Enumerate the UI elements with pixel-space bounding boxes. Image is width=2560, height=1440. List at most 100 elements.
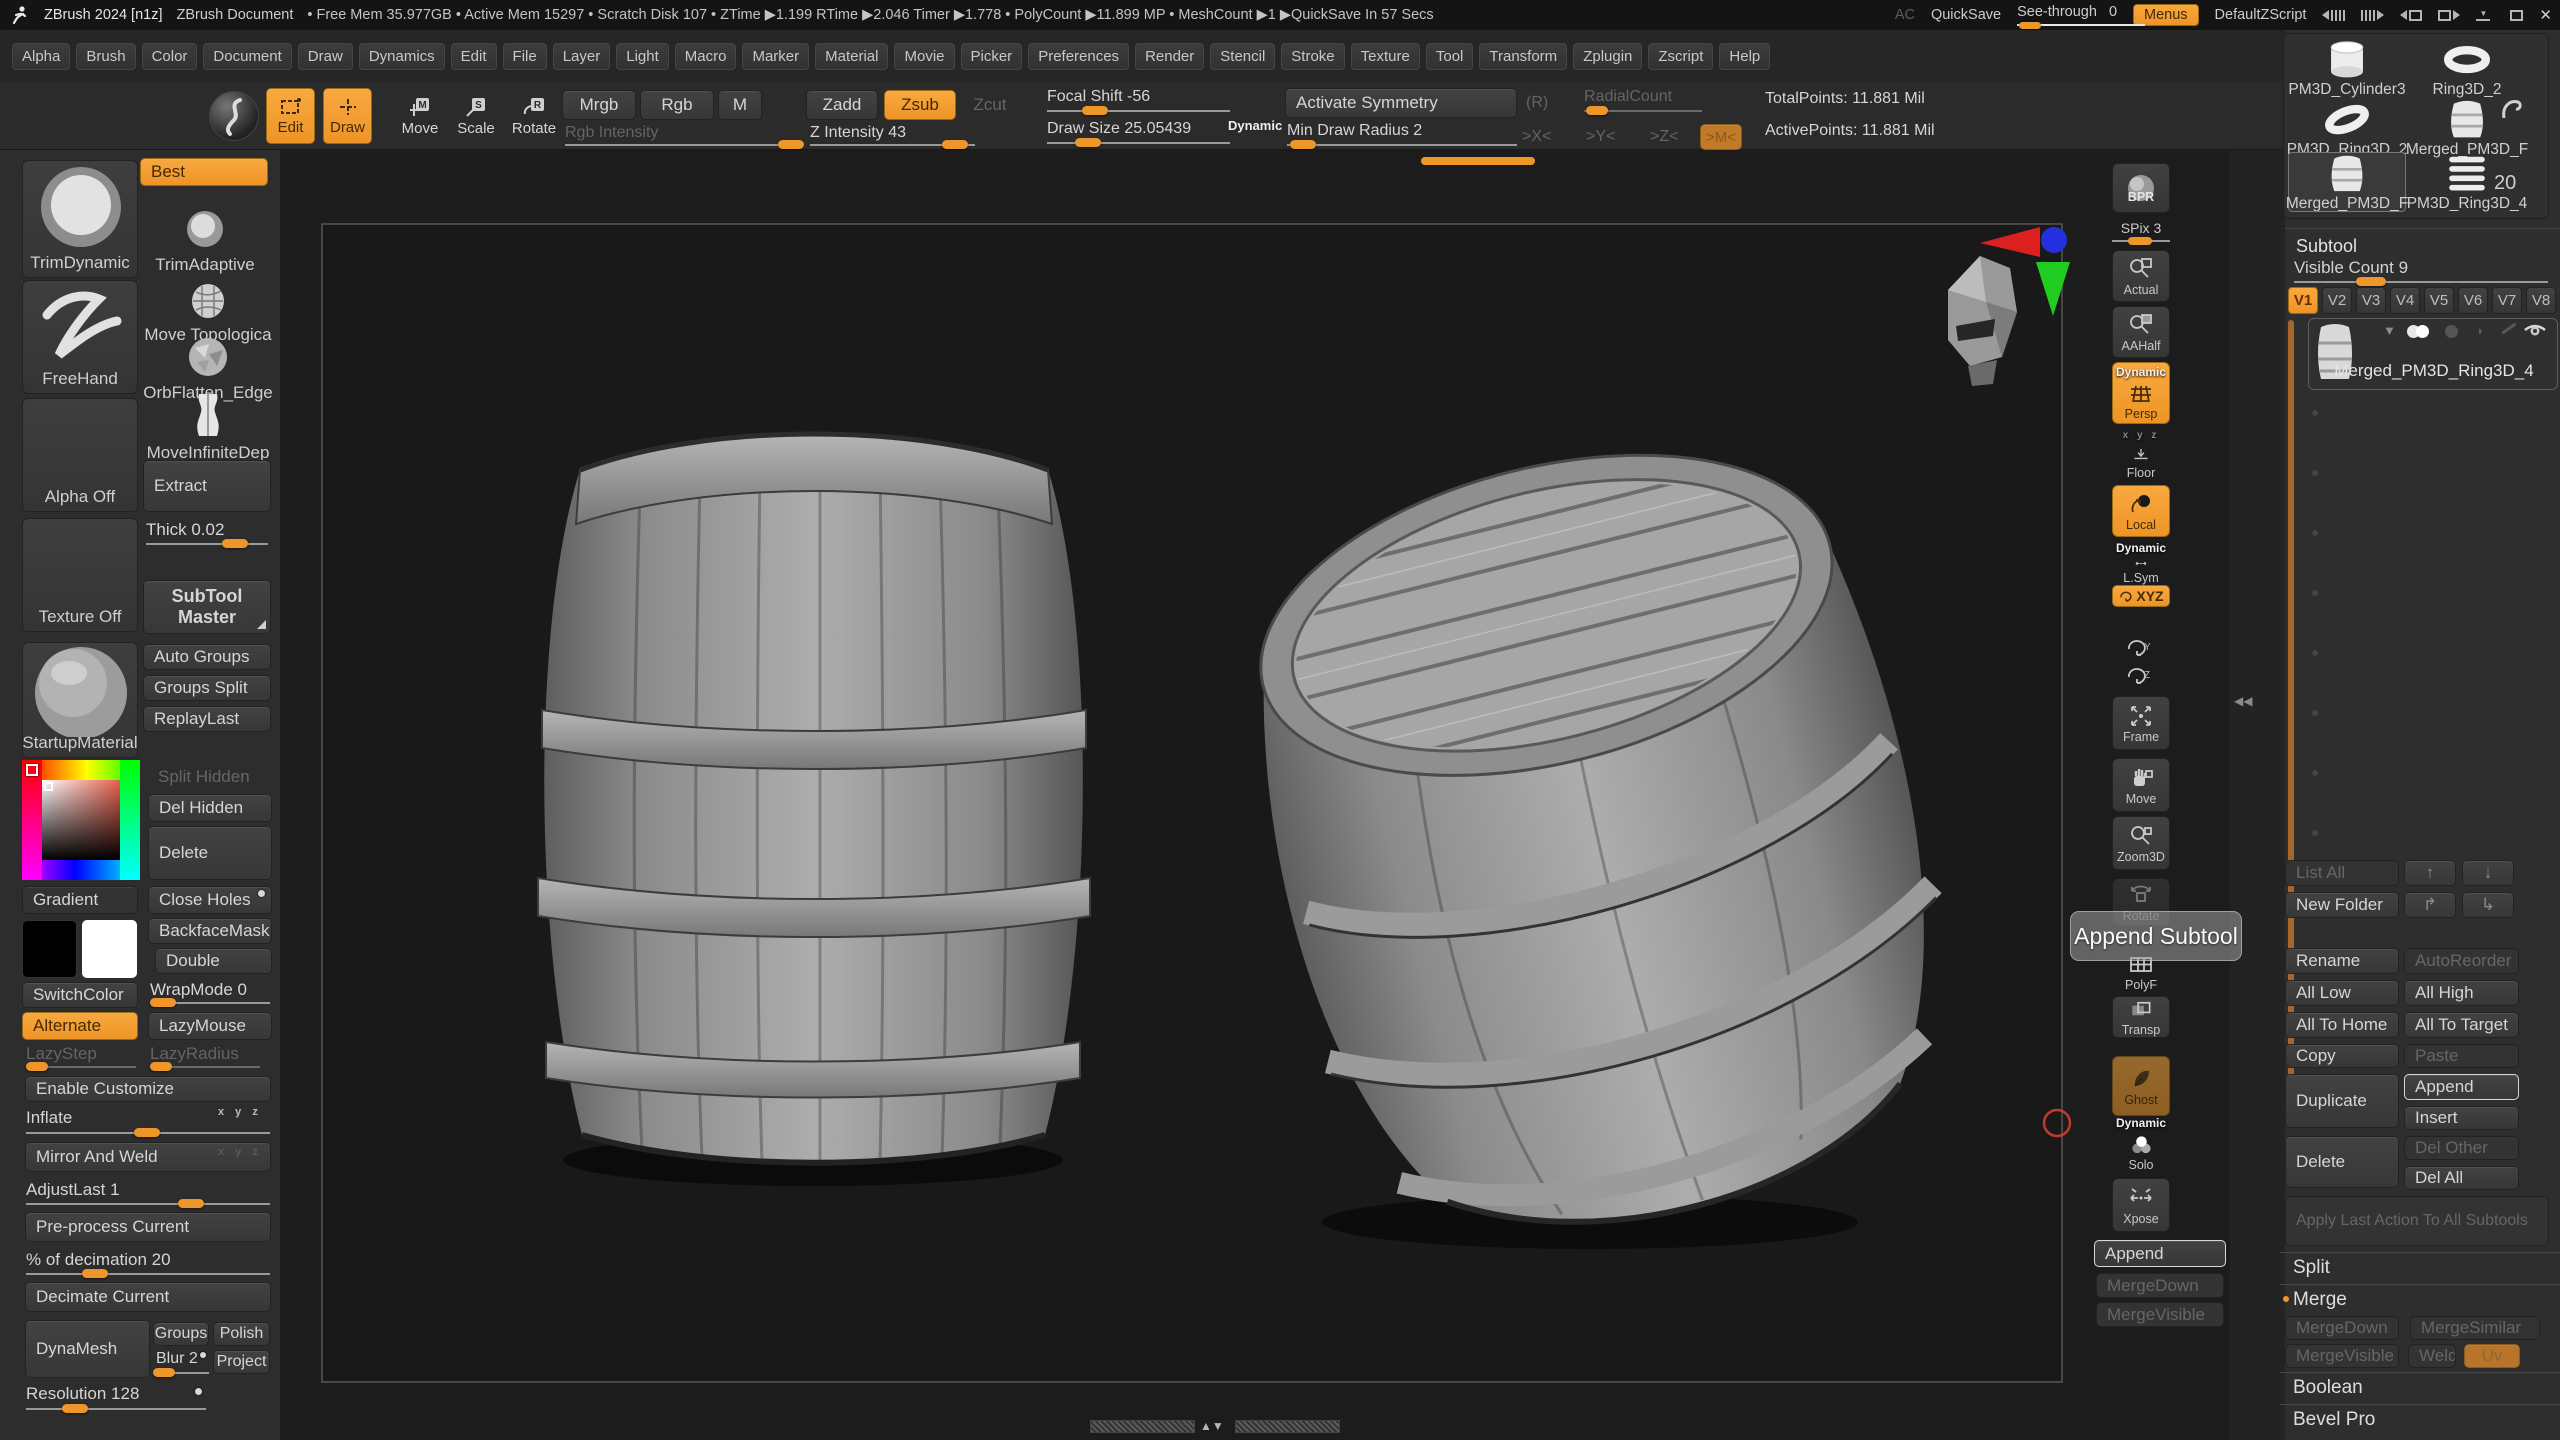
move-to-folder-icon[interactable]: ↱ xyxy=(2404,892,2456,918)
menu-edit[interactable]: Edit xyxy=(451,43,497,70)
menu-color[interactable]: Color xyxy=(142,43,198,70)
material-slot[interactable]: StartupMaterial xyxy=(22,642,138,758)
visible-count-slider[interactable]: Visible Count 9 xyxy=(2294,258,2408,278)
menu-layer[interactable]: Layer xyxy=(553,43,611,70)
actual-button[interactable]: Actual xyxy=(2112,250,2170,302)
append-button[interactable]: Append xyxy=(2404,1074,2519,1100)
restore-icon[interactable] xyxy=(2510,10,2523,21)
brush-trimdynamic[interactable]: TrimDynamic xyxy=(22,160,138,278)
bottom-tray-arrows-icon[interactable]: ▲▼ xyxy=(1200,1419,1224,1433)
decimation-slider[interactable]: % of decimation 20 xyxy=(26,1250,171,1270)
resolution-slider[interactable]: Resolution 128 xyxy=(26,1384,139,1404)
zsub-button[interactable]: Zsub xyxy=(884,90,956,120)
z-intensity-handle[interactable] xyxy=(942,140,968,149)
lazy-radius-handle[interactable] xyxy=(150,1062,172,1071)
thick-handle[interactable] xyxy=(222,539,248,548)
menu-document[interactable]: Document xyxy=(203,43,291,70)
dynamic-draw-size-toggle[interactable]: Dynamic xyxy=(1228,118,1282,133)
append-shelf-button[interactable]: Append xyxy=(2094,1240,2226,1267)
menu-light[interactable]: Light xyxy=(616,43,669,70)
bevel-pro-section-header[interactable]: Bevel Pro xyxy=(2280,1404,2560,1435)
menu-transform[interactable]: Transform xyxy=(1479,43,1567,70)
extract-button[interactable]: Extract xyxy=(143,460,271,512)
tool-slot-0[interactable]: PM3D_Cylinder3 xyxy=(2288,38,2406,98)
sym-x-button[interactable]: >X< xyxy=(1522,128,1551,146)
see-through-handle[interactable] xyxy=(2019,22,2041,29)
subtool-item[interactable]: ▼ ◑ Merged_PM3D_Ring3D_4 xyxy=(2308,318,2558,390)
quicksave-button[interactable]: QuickSave xyxy=(1931,7,2001,23)
copy-button[interactable]: Copy xyxy=(2285,1044,2399,1068)
shelf-collapse-left-icon[interactable] xyxy=(2322,10,2345,21)
bottom-tray-handle-right[interactable] xyxy=(1235,1420,1340,1433)
auto-reorder-button[interactable]: AutoReorder xyxy=(2404,948,2519,974)
menu-macro[interactable]: Macro xyxy=(675,43,737,70)
aahalf-button[interactable]: AAHalf xyxy=(2112,306,2170,358)
del-hidden-button[interactable]: Del Hidden xyxy=(148,794,272,822)
brush-freehand[interactable]: FreeHand xyxy=(22,280,138,394)
merge-similar-button[interactable]: MergeSimilar xyxy=(2410,1316,2540,1340)
mergevisible-shelf-button[interactable]: MergeVisible xyxy=(2096,1302,2224,1327)
best-render-button[interactable]: Best xyxy=(140,158,268,186)
inflate-handle[interactable] xyxy=(134,1128,160,1137)
wrap-mode-slider[interactable]: WrapMode 0 xyxy=(150,980,247,1000)
tray-left-icon[interactable] xyxy=(2400,10,2422,21)
brush-move-infinite[interactable]: MoveInfiniteDep xyxy=(140,392,276,463)
bottom-tray-handle-left[interactable] xyxy=(1090,1420,1195,1433)
weld-button[interactable]: Weld xyxy=(2408,1344,2456,1368)
menus-button[interactable]: Menus xyxy=(2133,4,2199,26)
all-to-home-button[interactable]: All To Home xyxy=(2285,1012,2399,1038)
wrap-mode-handle[interactable] xyxy=(150,998,176,1007)
close-icon[interactable]: ✕ xyxy=(2539,6,2552,24)
brush-visibility-icon[interactable] xyxy=(2502,323,2517,335)
radial-count-slider[interactable]: RadialCount xyxy=(1584,88,1672,106)
transp-button[interactable]: Transp xyxy=(2112,996,2170,1038)
rgb-button[interactable]: Rgb xyxy=(640,90,714,120)
menu-stroke[interactable]: Stroke xyxy=(1281,43,1344,70)
split-section-header[interactable]: Split xyxy=(2280,1252,2560,1283)
edit-mode-button[interactable]: Edit xyxy=(266,88,315,144)
mergedown-shelf-button[interactable]: MergeDown xyxy=(2096,1273,2224,1298)
switch-color-button[interactable]: SwitchColor xyxy=(22,982,138,1008)
focal-shift-slider[interactable]: Focal Shift -56 xyxy=(1047,88,1150,106)
spin-z-button[interactable]: Z xyxy=(2124,664,2158,686)
adjust-last-slider[interactable]: AdjustLast 1 xyxy=(26,1180,120,1200)
ghost-button[interactable]: Ghost xyxy=(2112,1056,2170,1116)
subtool-tab-v2[interactable]: V2 xyxy=(2322,287,2352,314)
uv-button[interactable]: Uv xyxy=(2464,1344,2520,1368)
delete-hidden-button[interactable]: Delete xyxy=(148,826,272,880)
zcut-button[interactable]: Zcut xyxy=(962,90,1018,120)
min-draw-radius-slider[interactable]: Min Draw Radius 2 xyxy=(1287,122,1422,140)
replay-last-button[interactable]: ReplayLast xyxy=(143,706,271,732)
shaded-sphere-icon[interactable] xyxy=(2445,325,2458,338)
move-mode-button[interactable]: M Move xyxy=(396,88,444,144)
brush-trimadaptive[interactable]: TrimAdaptive xyxy=(140,208,270,275)
tray-right-icon[interactable] xyxy=(2438,10,2460,21)
rotate-mode-button[interactable]: R Rotate xyxy=(508,88,560,144)
draw-size-slider[interactable]: Draw Size 25.05439 xyxy=(1047,120,1191,138)
sym-m-button[interactable]: >M< xyxy=(1700,124,1742,150)
draw-mode-button[interactable]: Draw xyxy=(323,88,372,144)
persp-button[interactable]: DynamicPersp xyxy=(2112,362,2170,424)
texture-slot[interactable]: Texture Off xyxy=(22,518,138,632)
current-material-ball[interactable] xyxy=(209,91,259,141)
focal-shift-handle[interactable] xyxy=(1082,106,1108,115)
alpha-slot[interactable]: Alpha Off xyxy=(22,398,138,512)
menu-marker[interactable]: Marker xyxy=(742,43,809,70)
move3d-button[interactable]: Move xyxy=(2112,758,2170,812)
menu-dynamics[interactable]: Dynamics xyxy=(359,43,445,70)
dynamesh-groups-button[interactable]: Groups xyxy=(153,1322,209,1346)
all-to-target-button[interactable]: All To Target xyxy=(2404,1012,2519,1038)
subtool-tab-v3[interactable]: V3 xyxy=(2356,287,2386,314)
new-folder-button[interactable]: New Folder xyxy=(2285,892,2399,918)
secondary-color-swatch[interactable] xyxy=(82,920,137,978)
decimation-handle[interactable] xyxy=(82,1269,108,1278)
right-tray-divider[interactable]: ◀◀ xyxy=(2230,150,2285,1440)
all-high-button[interactable]: All High xyxy=(2404,980,2519,1006)
default-zscript-button[interactable]: DefaultZScript xyxy=(2215,7,2307,23)
shelf-collapse-right-icon[interactable] xyxy=(2361,10,2384,21)
subtool-list-arrow-icon[interactable]: ▼ xyxy=(2383,323,2396,338)
auto-groups-button[interactable]: Auto Groups xyxy=(143,644,271,670)
polypaint-icon2[interactable] xyxy=(2416,325,2429,338)
delete-button[interactable]: Delete xyxy=(2285,1136,2399,1188)
decimate-current-button[interactable]: Decimate Current xyxy=(25,1282,271,1312)
